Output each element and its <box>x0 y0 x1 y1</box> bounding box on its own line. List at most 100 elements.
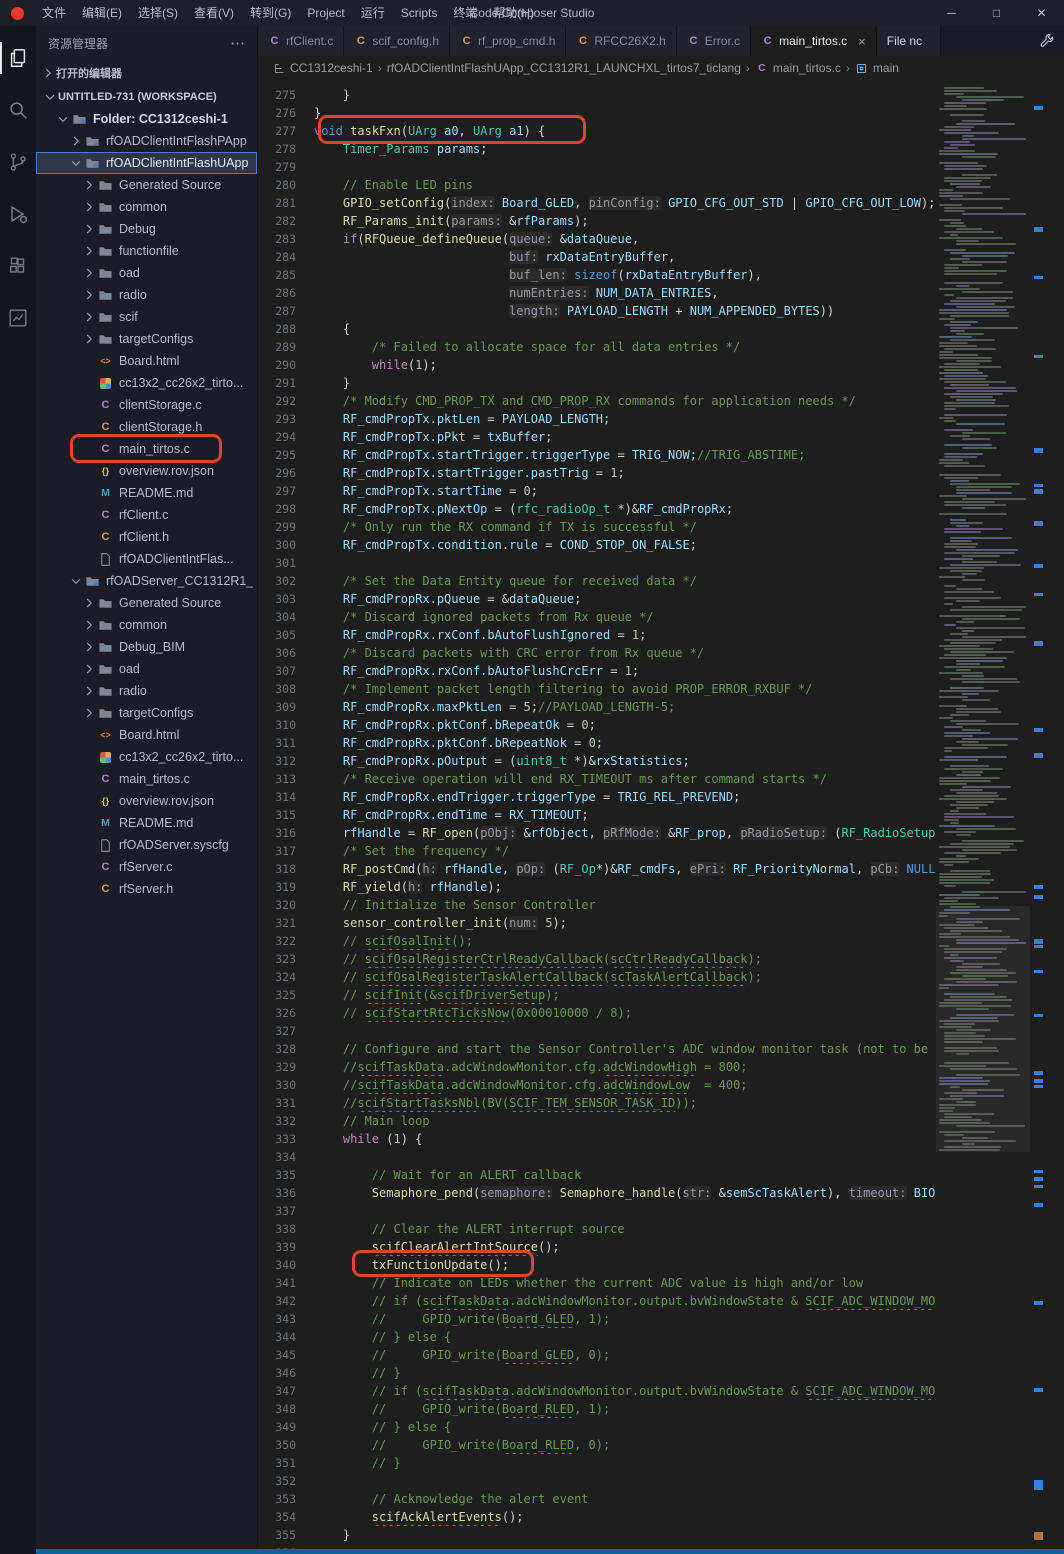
tree-item-oad[interactable]: oad <box>36 658 257 680</box>
tree-item-rfserver-h[interactable]: CrfServer.h <box>36 878 257 900</box>
code-content[interactable]: 275 } 276} 277 void taskFxn(UArg a0, UArg a… <box>258 80 936 1554</box>
tree-item-common[interactable]: common <box>36 614 257 636</box>
activity-explorer[interactable] <box>0 34 36 82</box>
activity-run-debug[interactable] <box>0 190 36 238</box>
chevron-right-icon[interactable] <box>81 595 97 611</box>
open-editors-section[interactable]: 打开的编辑器 <box>36 60 257 86</box>
more-actions-icon[interactable]: ⋯ <box>230 34 245 52</box>
menu-item[interactable]: Project <box>299 0 352 26</box>
minimap[interactable] <box>936 80 1030 1554</box>
tab-file-nc[interactable]: File nc <box>876 26 941 56</box>
tree-item-clientstorage-h[interactable]: CclientStorage.h <box>36 416 257 438</box>
chevron-right-icon[interactable] <box>81 199 97 215</box>
menu-item[interactable]: Scripts <box>393 0 446 26</box>
tree-item-targetconfigs[interactable]: targetConfigs <box>36 702 257 724</box>
close-button[interactable]: ✕ <box>1019 0 1064 26</box>
minimap-line <box>939 696 969 698</box>
tree-item-targetconfigs[interactable]: targetConfigs <box>36 328 257 350</box>
tab-error-c[interactable]: C Error.c <box>676 26 752 56</box>
chevron-right-icon[interactable] <box>68 133 84 149</box>
tree-item-debug[interactable]: Debug <box>36 218 257 240</box>
menu-item[interactable]: 选择(S) <box>130 0 186 26</box>
tree-item-rfoadclientintflashuapp[interactable]: rfOADClientIntFlashUApp <box>36 152 257 174</box>
tree-item-readme-md[interactable]: M README.md <box>36 482 257 504</box>
minimap-line <box>950 396 994 398</box>
tree-item-clientstorage-c[interactable]: CclientStorage.c <box>36 394 257 416</box>
tree-item-board-html[interactable]: <> Board.html <box>36 724 257 746</box>
ruler-mark <box>1034 1079 1043 1083</box>
maximize-button[interactable]: □ <box>974 0 1019 26</box>
breadcrumb-item[interactable]: Cmain_tirtos.c <box>755 61 841 75</box>
tree-item-generated-source[interactable]: Generated Source <box>36 174 257 196</box>
tree-item-rfoadclientintflashpapp[interactable]: rfOADClientIntFlashPApp <box>36 130 257 152</box>
chevron-right-icon[interactable] <box>81 243 97 259</box>
menu-item[interactable]: 查看(V) <box>186 0 242 26</box>
c-file-icon: C <box>101 443 110 455</box>
tree-item-rfoadclientintflas[interactable]: rfOADClientIntFlas... <box>36 548 257 570</box>
chevron-right-icon[interactable] <box>40 65 56 81</box>
minimap-viewport[interactable] <box>936 906 1030 1152</box>
folder-icon <box>97 661 114 677</box>
tab-scif-config-h[interactable]: Cscif_config.h <box>344 26 451 56</box>
menu-item[interactable]: 运行 <box>353 0 393 26</box>
ruler-mark <box>1034 641 1043 646</box>
chevron-right-icon[interactable] <box>81 617 97 633</box>
activity-search[interactable] <box>0 86 36 134</box>
menu-item[interactable]: 编辑(E) <box>74 0 130 26</box>
chevron-down-icon[interactable] <box>68 573 84 589</box>
tab-main-tirtos-c[interactable]: Cmain_tirtos.c × <box>751 26 877 56</box>
tree-item-oad[interactable]: oad <box>36 262 257 284</box>
tree-item-untitled-731-workspace[interactable]: UNTITLED-731 (WORKSPACE) <box>36 86 257 108</box>
tree-item-main-tirtos-c[interactable]: Cmain_tirtos.c <box>36 438 257 460</box>
tree-item-common[interactable]: common <box>36 196 257 218</box>
breadcrumb-item[interactable]: main <box>855 61 899 75</box>
tree-item-board-html[interactable]: <> Board.html <box>36 350 257 372</box>
tab-rfclient-c[interactable]: CrfClient.c <box>258 26 345 56</box>
chevron-right-icon[interactable] <box>81 661 97 677</box>
chevron-right-icon[interactable] <box>81 265 97 281</box>
tree-item-rfserver-c[interactable]: CrfServer.c <box>36 856 257 878</box>
chevron-right-icon[interactable] <box>81 287 97 303</box>
chevron-right-icon[interactable] <box>81 639 97 655</box>
chevron-down-icon[interactable] <box>42 89 58 105</box>
activity-source-control[interactable] <box>0 138 36 186</box>
tree-item-rfoadserver-cc1312r1[interactable]: rfOADServer_CC1312R1_ <box>36 570 257 592</box>
tree-item-overview-rov-json[interactable]: {} overview.rov.json <box>36 460 257 482</box>
chevron-right-icon[interactable] <box>81 177 97 193</box>
tree-item-overview-rov-json[interactable]: {} overview.rov.json <box>36 790 257 812</box>
chevron-right-icon[interactable] <box>81 683 97 699</box>
breadcrumb-item[interactable]: rfOADClientIntFlashUApp_CC1312R1_LAUNCHX… <box>387 61 741 75</box>
tree-item-rfoadserver-syscfg[interactable]: rfOADServer.syscfg <box>36 834 257 856</box>
tree-item-scif[interactable]: scif <box>36 306 257 328</box>
menu-item[interactable]: 文件 <box>34 0 74 26</box>
tree-item-folder-cc1312ceshi-1[interactable]: Folder: CC1312ceshi-1 <box>36 108 257 130</box>
tree-item-cc13x2-cc26x2-tirto[interactable]: cc13x2_cc26x2_tirto... <box>36 746 257 768</box>
chevron-right-icon[interactable] <box>81 309 97 325</box>
activity-extensions[interactable] <box>0 242 36 290</box>
tree-item-cc13x2-cc26x2-tirto[interactable]: cc13x2_cc26x2_tirto... <box>36 372 257 394</box>
breadcrumb-item[interactable]: CC1312ceshi-1 <box>272 61 373 75</box>
tree-item-radio[interactable]: radio <box>36 680 257 702</box>
menu-item[interactable]: 转到(G) <box>242 0 299 26</box>
tab-rfcc26x2-h[interactable]: C RFCC26X2.h <box>566 26 677 56</box>
chevron-right-icon[interactable] <box>81 331 97 347</box>
tree-item-rfclient-c[interactable]: CrfClient.c <box>36 504 257 526</box>
tree-item-main-tirtos-c[interactable]: Cmain_tirtos.c <box>36 768 257 790</box>
minimap-line <box>950 327 1018 329</box>
chevron-down-icon[interactable] <box>68 155 84 171</box>
activity-analysis[interactable] <box>0 294 36 342</box>
minimize-button[interactable]: ─ <box>929 0 974 26</box>
chevron-down-icon[interactable] <box>55 111 71 127</box>
tree-item-functionfile[interactable]: functionfile <box>36 240 257 262</box>
tree-item-radio[interactable]: radio <box>36 284 257 306</box>
close-icon[interactable]: × <box>858 34 866 49</box>
tree-item-rfclient-h[interactable]: CrfClient.h <box>36 526 257 548</box>
chevron-right-icon[interactable] <box>81 221 97 237</box>
tree-item-generated-source[interactable]: Generated Source <box>36 592 257 614</box>
tree-item-debug-bim[interactable]: Debug_BIM <box>36 636 257 658</box>
line-number: 307 <box>275 664 296 678</box>
tools-icon[interactable] <box>1038 33 1055 50</box>
tab-rf-prop-cmd-h[interactable]: Crf_prop_cmd.h <box>450 26 567 56</box>
chevron-right-icon[interactable] <box>81 705 97 721</box>
tree-item-readme-md[interactable]: M README.md <box>36 812 257 834</box>
